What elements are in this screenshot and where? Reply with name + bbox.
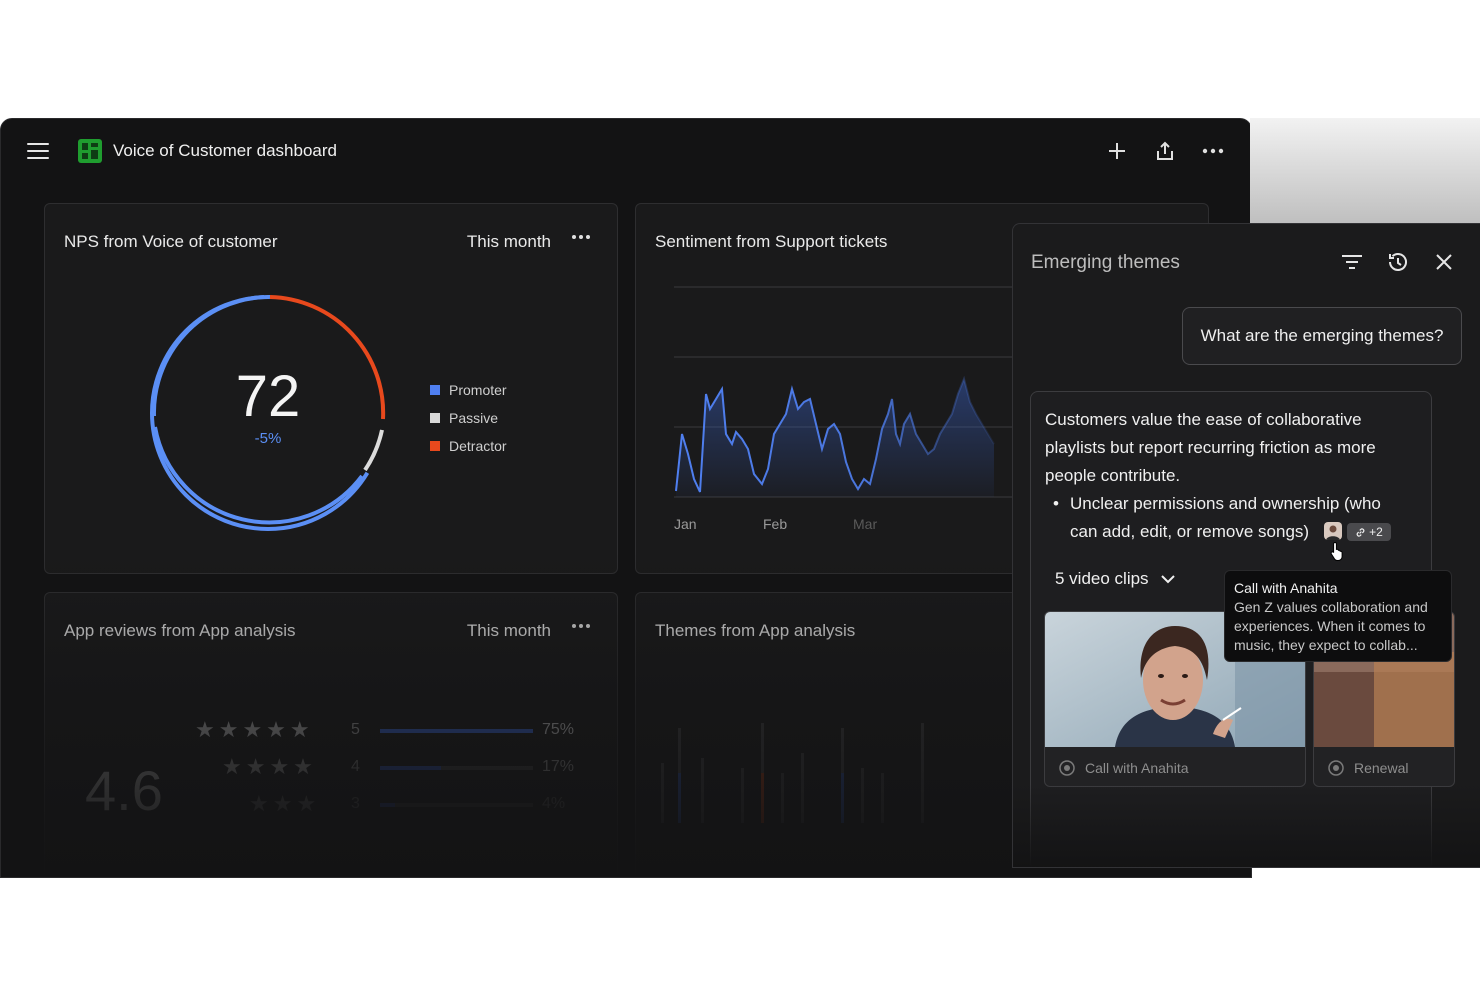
chevron-down-icon	[1160, 574, 1175, 583]
panel-shadow	[1250, 118, 1480, 238]
nps-legend: Promoter Passive Detractor	[430, 376, 507, 460]
rating-percent: 17%	[542, 758, 575, 775]
rating-stars-label: 4	[351, 758, 360, 775]
more-icon[interactable]	[571, 623, 591, 629]
source-count: +2	[1369, 525, 1383, 539]
rating-bar-fill	[380, 766, 442, 770]
period-selector[interactable]: This month	[467, 621, 551, 641]
add-icon[interactable]	[1103, 137, 1131, 165]
card-title: NPS from Voice of customer	[64, 232, 278, 251]
share-icon[interactable]	[1151, 137, 1179, 165]
star-rating-icons: ★★★	[249, 791, 321, 816]
video-clips-label: 5 video clips	[1055, 569, 1149, 588]
clip-label: Renewal	[1328, 760, 1408, 776]
history-icon[interactable]	[1384, 248, 1412, 276]
month-label-jan: Jan	[674, 516, 697, 532]
close-icon[interactable]	[1430, 248, 1458, 276]
star-rating-icons: ★★★★★	[195, 717, 314, 742]
nps-card: NPS from Voice of customer This month 72…	[44, 203, 618, 574]
card-title: App reviews from App analysis	[64, 621, 296, 640]
rating-row-5: ★★★★★ 5 75%	[195, 717, 595, 743]
filter-icon[interactable]	[1338, 248, 1366, 276]
average-rating: 4.6	[85, 759, 163, 822]
hand-cursor-icon	[1330, 541, 1343, 561]
period-selector[interactable]: This month	[467, 232, 551, 252]
play-icon	[1328, 760, 1344, 776]
rating-bar	[380, 766, 533, 770]
panel-title: Emerging themes	[1031, 252, 1180, 273]
legend-item-passive: Passive	[430, 404, 507, 432]
star-rating-icons: ★★★★	[222, 754, 317, 779]
clip-label: Call with Anahita	[1059, 760, 1189, 776]
dashboard-logo-icon	[78, 139, 102, 163]
reviews-card: App reviews from App analysis This month…	[44, 592, 618, 877]
play-icon	[1059, 760, 1075, 776]
legend-item-promoter: Promoter	[430, 376, 507, 404]
themes-bar-chart	[661, 723, 924, 823]
rating-row-3: ★★★ 3 4%	[195, 791, 595, 817]
card-title: Themes from App analysis	[655, 621, 856, 640]
rating-row-4: ★★★★ 4 17%	[195, 754, 595, 780]
rating-bar-fill	[380, 803, 396, 807]
panel-bottom-fade	[1013, 784, 1480, 867]
source-avatar[interactable]	[1324, 522, 1342, 540]
month-label-feb: Feb	[763, 516, 788, 532]
app-title: Voice of Customer dashboard	[113, 141, 337, 160]
tooltip-title: Call with Anahita	[1234, 580, 1338, 596]
nps-score: 72	[235, 364, 301, 429]
card-title: Sentiment from Support tickets	[655, 232, 888, 251]
user-question-bubble: What are the emerging themes?	[1182, 307, 1462, 365]
more-icon[interactable]	[1199, 137, 1227, 165]
answer-text: Customers value the ease of collaborativ…	[1045, 410, 1376, 485]
emerging-themes-panel: Emerging themes What are the emerging th…	[1012, 223, 1480, 868]
rating-stars-label: 5	[351, 721, 360, 738]
rating-percent: 75%	[542, 721, 575, 738]
menu-icon[interactable]	[27, 143, 49, 161]
rating-bar	[380, 803, 533, 807]
more-icon[interactable]	[571, 234, 591, 240]
nps-delta: -5%	[254, 430, 282, 447]
top-bar: Voice of Customer dashboard	[1, 119, 1251, 185]
rating-stars-label: 3	[351, 795, 360, 812]
legend-item-detractor: Detractor	[430, 432, 507, 460]
month-label-mar: Mar	[853, 516, 878, 532]
nps-score-block: 72 -5%	[198, 364, 338, 447]
rating-bar-fill	[380, 729, 533, 733]
rating-percent: 4%	[542, 795, 566, 812]
clip-tooltip: Call with Anahita Gen Z values collabora…	[1224, 570, 1452, 662]
video-clips-toggle[interactable]: 5 video clips	[1055, 569, 1175, 589]
link-icon	[1356, 527, 1365, 537]
tooltip-body: Gen Z values collaboration and experienc…	[1234, 599, 1428, 653]
rating-bar	[380, 729, 533, 733]
sentiment-line-chart	[674, 286, 1014, 498]
source-chip[interactable]: +2	[1347, 523, 1391, 541]
